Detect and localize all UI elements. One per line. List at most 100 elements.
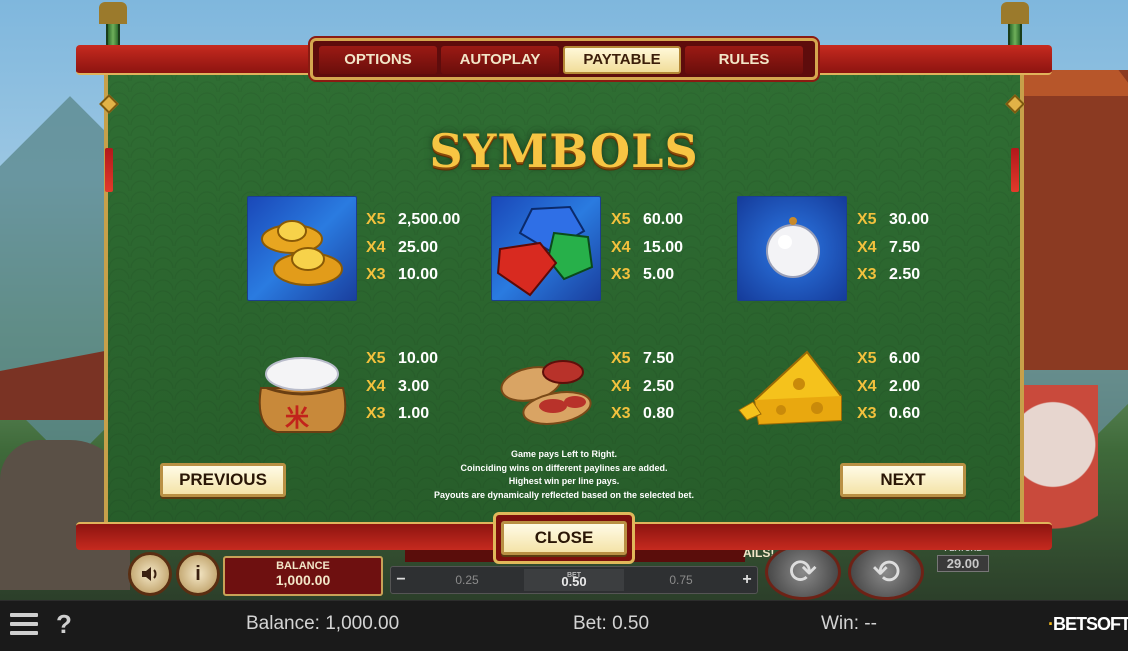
tab-options[interactable]: OPTIONS bbox=[319, 46, 437, 74]
pay-value: 7.50 bbox=[643, 350, 675, 367]
paytable-gold-ingots: X5 2,500.00 X4 25.00 X3 10.00 bbox=[366, 206, 486, 289]
pay-multiplier: X3 bbox=[366, 266, 386, 283]
status-balance: Balance: 1,000.00 bbox=[246, 613, 400, 634]
pay-value: 2.00 bbox=[889, 377, 921, 395]
note-line: Highest win per line pays. bbox=[508, 476, 620, 486]
pay-multiplier: X4 bbox=[611, 238, 631, 256]
pay-value: 10.00 bbox=[398, 350, 439, 367]
menu-tabs: OPTIONS AUTOPLAY PAYTABLE RULES bbox=[310, 38, 818, 80]
help-icon[interactable]: ? bbox=[56, 609, 72, 640]
pay-row: X3 1.00 bbox=[366, 400, 486, 428]
pay-value: 0.80 bbox=[643, 405, 675, 422]
pay-value: 10.00 bbox=[398, 266, 439, 283]
pay-multiplier: X4 bbox=[857, 377, 877, 395]
pay-multiplier: X5 bbox=[366, 211, 386, 228]
gems-icon bbox=[491, 196, 601, 301]
tab-paytable[interactable]: PAYTABLE bbox=[563, 46, 681, 74]
bet-increase-button[interactable]: + bbox=[739, 571, 755, 589]
pay-value: 15.00 bbox=[643, 238, 684, 256]
bet-selector: − 0.25 BET 0.50 0.75 + bbox=[390, 566, 758, 594]
tab-autoplay[interactable]: AUTOPLAY bbox=[441, 46, 559, 74]
rice-sack-glyph: 米 bbox=[285, 404, 309, 432]
pay-row: X5 30.00 bbox=[857, 206, 977, 234]
pay-value: 2.50 bbox=[643, 377, 675, 395]
paytable-gems: X5 60.00 X4 15.00 X3 5.00 bbox=[611, 206, 731, 289]
next-button[interactable]: NEXT bbox=[840, 463, 966, 497]
brand-suffix: SOFT bbox=[1086, 614, 1128, 634]
pay-row: X3 2.50 bbox=[857, 261, 977, 289]
hud-balance-value: 1,000.00 bbox=[275, 572, 331, 588]
pay-value: 7.50 bbox=[889, 238, 921, 256]
close-button[interactable]: CLOSE bbox=[501, 521, 627, 555]
note-line: Game pays Left to Right. bbox=[510, 449, 617, 459]
pay-multiplier: X5 bbox=[366, 350, 386, 367]
pillar-cap-left bbox=[99, 2, 127, 24]
status-bet: Bet: 0.50 bbox=[573, 613, 650, 634]
paytable-pearl: X5 30.00 X4 7.50 X3 2.50 bbox=[857, 206, 977, 289]
pearl-icon bbox=[737, 196, 847, 301]
peanuts-icon bbox=[491, 336, 601, 441]
gold-ingots-icon bbox=[247, 196, 357, 301]
hamburger-menu-icon[interactable] bbox=[10, 613, 38, 639]
pay-row: X4 25.00 bbox=[366, 234, 486, 262]
pay-value: 5.00 bbox=[643, 266, 675, 283]
bet-decrease-button[interactable]: − bbox=[393, 571, 409, 589]
brand-prefix: BET bbox=[1053, 614, 1087, 634]
pay-multiplier: X5 bbox=[857, 350, 877, 367]
pay-value: 3.00 bbox=[398, 377, 430, 395]
pay-multiplier: X4 bbox=[611, 377, 631, 395]
pay-multiplier: X5 bbox=[611, 350, 631, 367]
sound-button[interactable] bbox=[128, 552, 172, 596]
pay-row: X3 0.80 bbox=[611, 400, 731, 428]
pay-row: X5 7.50 bbox=[611, 345, 731, 373]
pay-multiplier: X3 bbox=[857, 266, 877, 283]
pay-value: 60.00 bbox=[643, 211, 684, 228]
pay-row: X4 2.00 bbox=[857, 373, 977, 401]
pay-row: X3 5.00 bbox=[611, 261, 731, 289]
pay-value: 0.60 bbox=[889, 405, 921, 422]
hud-balance-label: BALANCE bbox=[276, 560, 330, 572]
pay-multiplier: X3 bbox=[611, 266, 631, 283]
pay-row: X4 2.50 bbox=[611, 373, 731, 401]
pay-row: X5 6.00 bbox=[857, 345, 977, 373]
bet-option[interactable]: 0.75 bbox=[631, 569, 731, 591]
spin-button[interactable]: ⟳ bbox=[765, 544, 841, 600]
pay-multiplier: X4 bbox=[366, 377, 386, 395]
tab-rules[interactable]: RULES bbox=[685, 46, 803, 74]
spin-icon: ⟳ bbox=[788, 553, 818, 591]
paytable-rice-sack: X5 10.00 X4 3.00 X3 1.00 bbox=[366, 345, 486, 428]
pay-multiplier: X4 bbox=[366, 238, 386, 256]
info-button[interactable]: i bbox=[176, 552, 220, 596]
hud-balance: BALANCE 1,000.00 bbox=[223, 556, 383, 596]
page-title: SYMBOLS bbox=[429, 124, 699, 178]
pay-row: X4 15.00 bbox=[611, 234, 731, 262]
pay-multiplier: X5 bbox=[857, 211, 877, 228]
feature-buy[interactable]: FEATURE 29.00 bbox=[925, 544, 1001, 586]
betsoft-logo: ·BETSOFT bbox=[1048, 614, 1128, 634]
autospin-button[interactable]: ⟲ bbox=[848, 544, 924, 600]
pay-value: 2.50 bbox=[889, 266, 921, 283]
pay-multiplier: X3 bbox=[857, 405, 877, 422]
pillar-cap-right bbox=[1001, 2, 1029, 24]
pay-multiplier: X3 bbox=[611, 405, 631, 422]
note-line: Payouts are dynamically reflected based … bbox=[433, 489, 695, 500]
cheese-icon bbox=[737, 336, 847, 441]
pay-row: X4 7.50 bbox=[857, 234, 977, 262]
pay-row: X4 3.00 bbox=[366, 373, 486, 401]
bet-option-current[interactable]: BET 0.50 bbox=[524, 569, 624, 591]
feature-value: 29.00 bbox=[937, 555, 989, 572]
paytable-notes: Game pays Left to Right. Coinciding wins… bbox=[380, 448, 748, 502]
pay-value: 2,500.00 bbox=[398, 211, 461, 228]
pay-row: X5 60.00 bbox=[611, 206, 731, 234]
previous-button[interactable]: PREVIOUS bbox=[160, 463, 286, 497]
paytable-cheese: X5 6.00 X4 2.00 X3 0.60 bbox=[857, 345, 977, 428]
pay-value: 1.00 bbox=[398, 405, 430, 422]
status-win: Win: -- bbox=[821, 613, 877, 634]
bet-option[interactable]: 0.25 bbox=[417, 569, 517, 591]
note-line: Coinciding wins on different paylines ar… bbox=[460, 462, 668, 473]
pay-multiplier: X5 bbox=[611, 211, 631, 228]
pay-value: 25.00 bbox=[398, 238, 439, 256]
pay-multiplier: X3 bbox=[366, 405, 386, 422]
pay-row: X3 10.00 bbox=[366, 261, 486, 289]
autospin-icon: ⟲ bbox=[871, 553, 901, 591]
